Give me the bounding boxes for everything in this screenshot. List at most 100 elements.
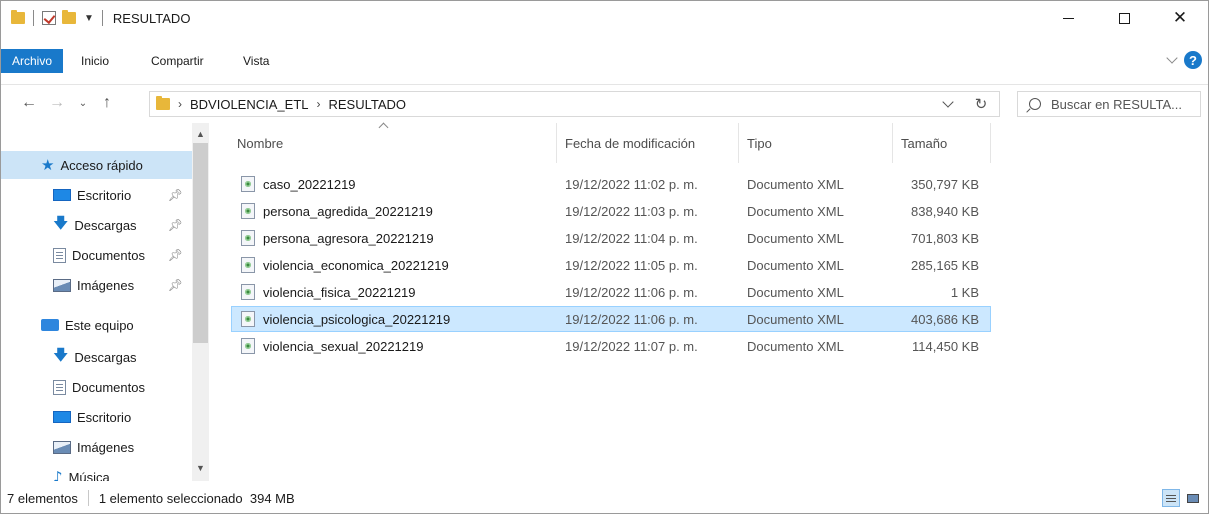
forward-button[interactable]: → <box>47 93 67 113</box>
xml-file-icon <box>241 311 255 327</box>
navigation-pane[interactable]: ★ Acceso rápido Escritorio 📌︎ 🡇 Descarga… <box>1 123 211 481</box>
item-count: 7 elementos <box>7 490 78 506</box>
expand-ribbon-icon[interactable] <box>1166 52 1178 64</box>
file-name-cell: violencia_sexual_20221219 <box>241 333 423 359</box>
file-row-selected[interactable]: violencia_psicologica_20221219 19/12/202… <box>231 306 991 332</box>
file-type: Documento XML <box>747 257 844 273</box>
quick-access-toolbar: ▼ RESULTADO <box>11 10 190 26</box>
tab-vista[interactable]: Vista <box>243 49 269 73</box>
selection-info: 1 elemento seleccionado 394 MB <box>98 490 295 506</box>
file-row[interactable]: persona_agresora_20221219 19/12/2022 11:… <box>231 225 991 251</box>
nav-pc-imagenes[interactable]: Imágenes <box>1 433 193 461</box>
xml-file-icon <box>241 257 255 273</box>
file-name-cell: caso_20221219 <box>241 171 356 197</box>
details-view-button[interactable] <box>1162 489 1180 507</box>
search-icon <box>1029 98 1041 110</box>
maximize-button[interactable] <box>1096 1 1152 35</box>
pin-icon[interactable]: 📌︎ <box>168 278 183 292</box>
nav-quick-descargas[interactable]: 🡇 Descargas 📌︎ <box>1 211 193 239</box>
file-size: 701,803 KB <box>911 230 979 246</box>
title-bar[interactable]: ▼ RESULTADO ✕ <box>1 1 1208 35</box>
close-button[interactable]: ✕ <box>1152 1 1208 35</box>
file-date: 19/12/2022 11:06 p. m. <box>565 311 698 327</box>
file-type: Documento XML <box>747 203 844 219</box>
minimize-button[interactable] <box>1040 1 1096 35</box>
details-view-icon <box>1166 497 1176 499</box>
tab-inicio[interactable]: Inicio <box>81 49 109 73</box>
column-label: Tipo <box>747 135 772 151</box>
file-row[interactable]: violencia_fisica_20221219 19/12/2022 11:… <box>231 279 991 305</box>
computer-icon <box>41 319 59 331</box>
nav-quick-access[interactable]: ★ Acceso rápido <box>1 151 193 179</box>
recent-locations-button[interactable]: ⌄ <box>73 93 93 113</box>
pin-icon[interactable]: 📌︎ <box>168 188 183 202</box>
tab-archivo[interactable]: Archivo <box>1 49 63 73</box>
help-icon[interactable]: ? <box>1184 51 1202 69</box>
back-button[interactable]: ← <box>19 93 39 113</box>
column-label: Tamaño <box>901 135 948 151</box>
tab-compartir[interactable]: Compartir <box>151 49 204 73</box>
search-box[interactable]: Buscar en RESULTA... <box>1017 91 1201 117</box>
new-folder-icon[interactable] <box>62 10 76 24</box>
nav-pc-descargas[interactable]: 🡇 Descargas <box>1 343 193 371</box>
file-size: 838,940 KB <box>911 203 979 219</box>
search-input[interactable]: Buscar en RESULTA... <box>1051 97 1182 112</box>
file-name-cell: persona_agredida_20221219 <box>241 198 433 224</box>
nav-this-pc[interactable]: Este equipo <box>1 311 193 339</box>
file-type: Documento XML <box>747 284 844 300</box>
address-dropdown-button[interactable] <box>933 96 963 108</box>
pin-icon[interactable]: 📌︎ <box>168 248 183 262</box>
nav-pc-escritorio[interactable]: Escritorio <box>1 403 193 431</box>
up-button[interactable]: ↑ <box>97 93 117 113</box>
column-header-date[interactable]: Fecha de modificación <box>559 123 739 163</box>
documents-icon <box>53 247 66 263</box>
nav-pc-documentos[interactable]: Documentos <box>1 373 193 401</box>
file-row[interactable]: caso_20221219 19/12/2022 11:02 p. m. Doc… <box>231 171 991 197</box>
nav-label: Música <box>68 469 110 482</box>
desktop-icon <box>53 189 71 201</box>
nav-label: Descargas <box>74 217 137 233</box>
nav-label: Documentos <box>72 247 145 263</box>
file-date: 19/12/2022 11:02 p. m. <box>565 176 698 192</box>
column-header-size[interactable]: Tamaño <box>895 123 991 163</box>
nav-label: Imágenes <box>77 439 135 455</box>
nav-quick-imagenes[interactable]: Imágenes 📌︎ <box>1 271 193 299</box>
address-bar[interactable]: › BDVIOLENCIA_ETL › RESULTADO ↻ <box>149 91 1000 117</box>
file-name: persona_agresora_20221219 <box>263 230 434 246</box>
customize-toolbar-icon[interactable]: ▼ <box>84 13 94 24</box>
nav-label: Acceso rápido <box>60 157 143 173</box>
refresh-icon: ↻ <box>974 95 988 113</box>
breadcrumb-separator-icon[interactable]: › <box>178 97 182 111</box>
file-row[interactable]: persona_agredida_20221219 19/12/2022 11:… <box>231 198 991 224</box>
file-date: 19/12/2022 11:05 p. m. <box>565 257 698 273</box>
file-row[interactable]: violencia_economica_20221219 19/12/2022 … <box>231 252 991 278</box>
large-icons-view-icon <box>1187 493 1199 503</box>
file-size: 1 KB <box>950 284 979 300</box>
download-icon: 🡇 <box>53 345 69 364</box>
nav-scrollbar[interactable]: ▲ ▼ <box>192 123 209 481</box>
scroll-up-button[interactable]: ▲ <box>192 125 209 143</box>
column-label: Nombre <box>237 135 284 151</box>
breadcrumb-resultado[interactable]: RESULTADO <box>329 97 407 112</box>
column-header-name[interactable]: Nombre <box>231 123 557 163</box>
properties-icon[interactable] <box>42 11 56 25</box>
maximize-icon <box>1118 12 1130 24</box>
nav-label: Escritorio <box>77 409 132 425</box>
breadcrumb-separator-icon[interactable]: › <box>317 97 321 111</box>
file-row[interactable]: violencia_sexual_20221219 19/12/2022 11:… <box>231 333 991 359</box>
nav-quick-escritorio[interactable]: Escritorio 📌︎ <box>1 181 193 209</box>
pin-icon[interactable]: 📌︎ <box>168 218 183 232</box>
scroll-thumb[interactable] <box>193 143 208 343</box>
scroll-down-button[interactable]: ▼ <box>192 459 209 477</box>
window-controls: ✕ <box>1040 1 1208 35</box>
breadcrumb-bdviolencia-etl[interactable]: BDVIOLENCIA_ETL <box>190 97 309 112</box>
column-header-type[interactable]: Tipo <box>741 123 893 163</box>
large-icons-view-button[interactable] <box>1184 489 1202 507</box>
nav-quick-documentos[interactable]: Documentos 📌︎ <box>1 241 193 269</box>
refresh-button[interactable]: ↻ <box>963 95 999 113</box>
nav-pc-musica[interactable]: ♪ Música <box>1 463 193 481</box>
divider <box>101 10 103 26</box>
folder-icon <box>11 10 25 24</box>
file-name: violencia_psicologica_20221219 <box>263 311 451 327</box>
file-type: Documento XML <box>747 230 844 246</box>
